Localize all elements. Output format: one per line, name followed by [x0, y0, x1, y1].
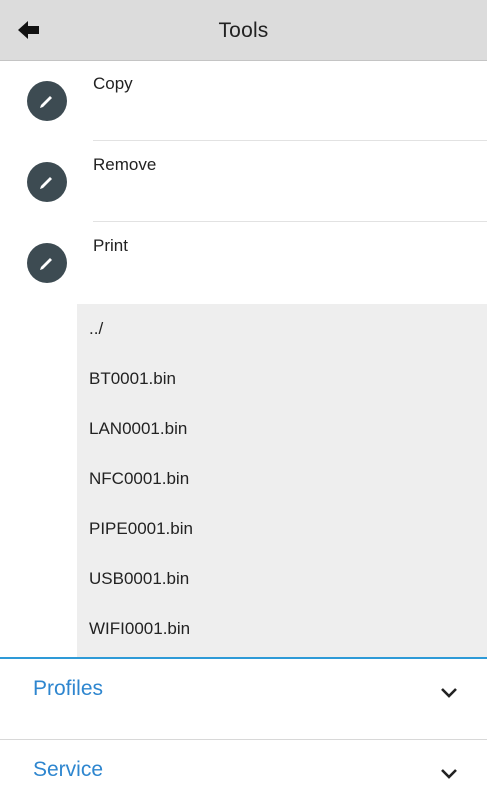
- file-item[interactable]: USB0001.bin: [89, 569, 189, 589]
- section-title-service: Service: [33, 758, 104, 781]
- file-item[interactable]: WIFI0001.bin: [89, 619, 190, 639]
- file-item[interactable]: PIPE0001.bin: [89, 519, 193, 539]
- tool-label-copy: Copy: [93, 74, 133, 93]
- tool-label-print: Print: [93, 236, 128, 255]
- tool-label-remove: Remove: [93, 155, 157, 174]
- section-title-profiles: Profiles: [33, 677, 104, 700]
- tools-screen: Tools Copy Remove Print ../ BT0001.bin L…: [0, 0, 487, 787]
- edit-icon: [27, 81, 67, 121]
- section-service[interactable]: Service: [0, 740, 487, 787]
- file-item[interactable]: BT0001.bin: [89, 369, 176, 389]
- tool-item-remove[interactable]: Remove: [0, 142, 487, 222]
- file-item-parent[interactable]: ../: [89, 319, 103, 339]
- edit-icon: [27, 243, 67, 283]
- header-bar: Tools: [0, 0, 487, 61]
- divider: [93, 140, 487, 141]
- file-item[interactable]: LAN0001.bin: [89, 419, 187, 439]
- edit-icon: [27, 162, 67, 202]
- tool-item-print[interactable]: Print: [0, 222, 487, 302]
- tool-item-copy[interactable]: Copy: [0, 61, 487, 141]
- section-profiles[interactable]: Profiles: [0, 659, 487, 739]
- file-item[interactable]: NFC0001.bin: [89, 469, 189, 489]
- page-title: Tools: [218, 19, 269, 42]
- chevron-down-icon: [440, 767, 458, 779]
- chevron-down-icon: [440, 686, 458, 698]
- file-list: ../ BT0001.bin LAN0001.bin NFC0001.bin P…: [77, 304, 487, 658]
